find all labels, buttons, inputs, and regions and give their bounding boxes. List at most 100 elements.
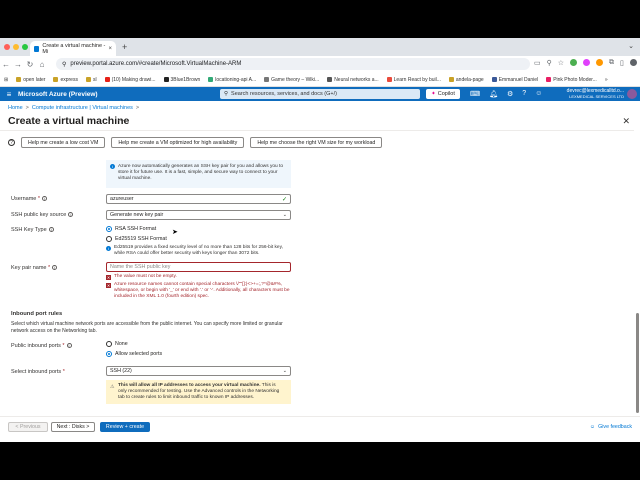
chevron-down-icon: ⌄ [282,212,287,218]
help-high-availability-button[interactable]: Help me create a VM optimized for high a… [111,137,245,148]
key-pair-input[interactable]: Name the SSH public key [106,262,291,272]
new-tab-button[interactable]: + [122,42,127,52]
info-icon: i [106,245,111,251]
select-ports-label: Select inbound ports * [11,369,65,375]
give-feedback-label: Give feedback [598,424,632,430]
help-icon[interactable]: ? [522,90,526,98]
error-chars-text: Azure resource names cannot contain spec… [114,282,290,299]
radio-none-label: None [115,341,128,347]
url-text: preview.portal.azure.com/#create/Microso… [70,61,242,67]
previous-button[interactable]: < Previous [8,422,48,432]
warning-icon: ⚠ [110,384,115,390]
home-icon[interactable]: ⌂ [36,60,48,69]
radio-allow-label: Allow selected ports [115,351,163,357]
select-ports-dropdown[interactable]: SSH (22) ⌄ [106,366,291,376]
info-icon: i [42,196,48,201]
bookmark-item[interactable]: express [53,77,78,83]
notifications-icon[interactable]: 🔔︎ [489,90,498,98]
ssh-source-value: Generate new key pair [110,212,164,218]
bookmark-item[interactable]: andela-page [448,77,484,83]
radio-selected-icon[interactable] [106,226,112,232]
review-create-button[interactable]: Review + create [100,422,150,432]
back-icon[interactable]: ← [0,60,12,69]
bookmark-item[interactable]: open later [16,77,45,83]
extension-pink-icon[interactable] [583,59,591,66]
extensions-puzzle-icon[interactable]: ⧉ [609,59,614,67]
bookmark-item[interactable]: locationing-api A... [208,77,256,83]
radio-rsa-label: RSA SSH Format [115,226,157,232]
avatar[interactable] [627,89,637,99]
radio-selected-icon[interactable] [106,351,112,357]
more-options-icon[interactable]: ··· [117,116,125,125]
username-label: Username * i [11,196,48,202]
give-feedback-link[interactable]: ☺ Give feedback [590,424,632,430]
account-org: LEXMEDICAL SERVICES LTD [569,94,624,99]
breadcrumb-vms[interactable]: Compute infrastructure | Virtual machine… [32,105,133,111]
warning-bold-text: This will allow all IP addresses to acce… [118,383,261,388]
bookmarks-overflow[interactable]: » [605,77,608,83]
sidebar-icon[interactable]: ▯ [620,59,624,67]
bookmark-item[interactable]: (10) Making drawi... [104,77,156,83]
copilot-icon: ✦ [431,91,436,97]
error-empty-text: The value must not be empty. [114,274,177,279]
ssh-info-box: i Azure now automatically generates an S… [106,160,291,188]
help-low-cost-button[interactable]: Help me create a low cost VM [21,137,106,148]
error-chars: ✕ Azure resource names cannot contain sp… [106,282,296,300]
search-placeholder: Search resources, services, and docs (G+… [231,91,337,97]
radio-none[interactable]: None [106,341,128,347]
bookmark-item[interactable]: Game theory – Wiki... [264,77,319,83]
info-icon: i [48,227,54,232]
maximize-window-icon[interactable] [22,44,28,50]
profile-icon[interactable] [629,59,637,66]
ssh-info-text: Azure now automatically generates an SSH… [118,164,284,181]
close-window-icon[interactable] [4,44,10,50]
help-vm-size-button[interactable]: Help me choose the right VM size for my … [250,137,383,148]
bookmark-item[interactable]: sl [85,77,97,83]
radio-unselected-icon[interactable] [106,341,112,347]
page-scrollbar[interactable] [636,313,639,413]
extension-green-icon[interactable] [570,59,578,66]
mouse-cursor-icon: ➤ [172,229,178,236]
site-info-icon[interactable]: ⚲ [62,61,66,68]
tab-create-vm[interactable]: Create a virtual machine - Mi × [30,41,116,56]
bookmark-item[interactable]: Neural networks a... [327,77,379,83]
feedback-person-icon[interactable]: ☺ [535,90,542,98]
settings-gear-icon[interactable]: ⚙ [507,90,513,98]
bookmark-item[interactable]: 3Blue1Brown [163,77,200,83]
bookmark-item[interactable]: Emmanuel Daniel [491,77,538,83]
azure-brand[interactable]: Microsoft Azure (Preview) [18,91,98,98]
username-input[interactable]: azureuser ✓ [106,194,291,204]
minimize-window-icon[interactable] [13,44,19,50]
username-value: azureuser [110,196,134,202]
radio-allow-selected[interactable]: Allow selected ports [106,351,162,357]
tab-search-icon[interactable]: ⌄ [628,42,634,50]
header-icons: ⌨ 🔔︎ ⚙ ? ☺ [470,90,542,98]
extension-orange-icon[interactable] [596,59,604,66]
apps-grid-icon[interactable]: ⊞ [4,77,8,83]
reload-icon[interactable]: ↻ [24,60,36,69]
copilot-button[interactable]: ✦ Copilot [426,89,460,99]
radio-rsa[interactable]: RSA SSH Format [106,226,156,232]
bookmark-item[interactable]: Pink Photo Moder... [546,77,597,83]
ssh-source-select[interactable]: Generate new key pair ⌄ [106,210,291,220]
next-disks-button[interactable]: Next : Disks > [51,422,95,432]
close-blade-icon[interactable]: ✕ [622,116,630,127]
error-icon: ✕ [106,282,111,288]
hamburger-menu-icon[interactable]: ≡ [0,90,18,99]
breadcrumb-separator: > [25,105,29,111]
radio-unselected-icon[interactable] [106,236,112,242]
account-info[interactable]: devrec@lexmedicalltd.o... LEXMEDICAL SER… [567,88,624,100]
key-type-label: SSH Key Type i [11,227,54,233]
browser-window: Create a virtual machine - Mi × + ⌄ ← → … [0,38,640,442]
screen-cast-icon[interactable]: ▭ [534,59,541,67]
bookmark-item[interactable]: Learn React by buil... [386,77,441,83]
radio-ed25519[interactable]: Ed25519 SSH Format [106,236,167,242]
forward-icon[interactable]: → [12,60,24,69]
url-bar[interactable]: ⚲ preview.portal.azure.com/#create/Micro… [56,58,530,70]
bookmark-star-icon[interactable]: ☆ [558,59,564,67]
breadcrumb-home[interactable]: Home [8,105,23,111]
tab-close-icon[interactable]: × [108,46,112,52]
zoom-icon[interactable]: ⚲ [547,59,552,67]
cloud-shell-icon[interactable]: ⌨ [470,90,480,98]
global-search-input[interactable]: ⚲ Search resources, services, and docs (… [220,89,420,99]
